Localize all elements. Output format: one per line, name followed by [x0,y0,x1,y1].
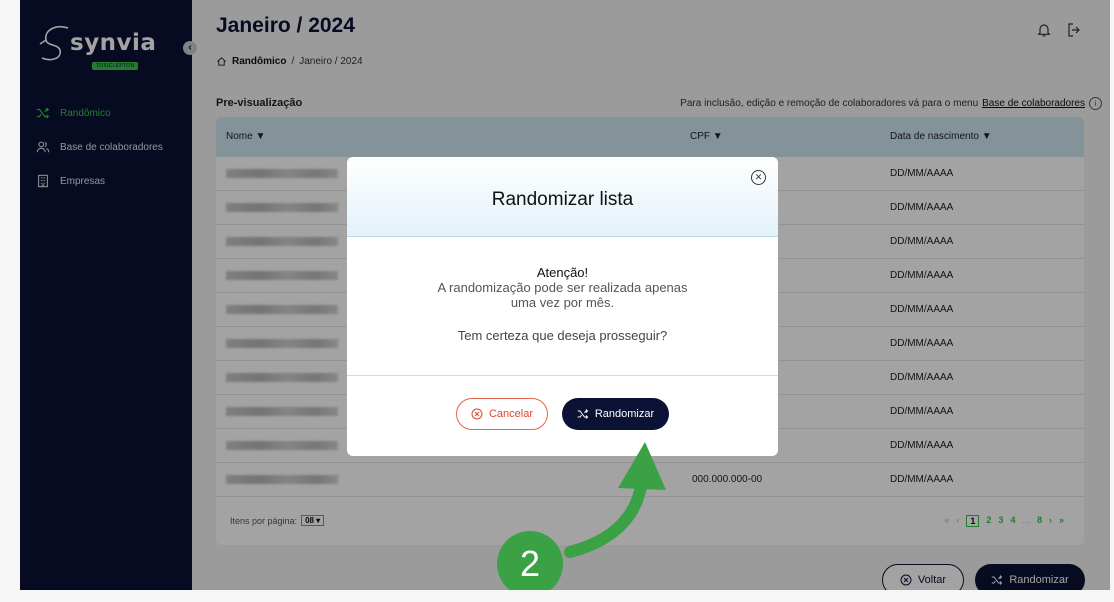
right-margin [1110,0,1114,602]
randomize-dialog: Randomizar lista ✕ Atenção! A randomizaç… [347,157,778,456]
step-badge: 2 [497,531,563,597]
confirm-randomize-label: Randomizar [594,408,655,420]
app-window: synvia TOXICLEPTON ‹ Randômico Base de c… [20,0,1110,602]
cancel-button[interactable]: Cancelar [456,398,548,430]
dialog-question: Tem certeza que deseja prosseguir? [457,328,668,343]
annotation-arrow [564,442,666,558]
cancel-button-label: Cancelar [488,408,534,420]
dialog-divider [347,375,778,376]
dialog-message-line-2: uma vez por mês. [510,295,615,310]
confirm-randomize-button[interactable]: Randomizar [562,398,669,430]
close-circle-icon [471,408,483,420]
dialog-message-line-1: A randomização pode ser realizada apenas [437,280,688,295]
dialog-title: Randomizar lista [491,189,634,210]
dialog-body: Atenção! A randomização pode ser realiza… [347,265,778,343]
bottom-margin [0,590,1114,602]
dialog-attention: Atenção! [536,265,589,280]
close-icon[interactable]: ✕ [751,170,766,185]
shuffle-icon [577,409,589,419]
